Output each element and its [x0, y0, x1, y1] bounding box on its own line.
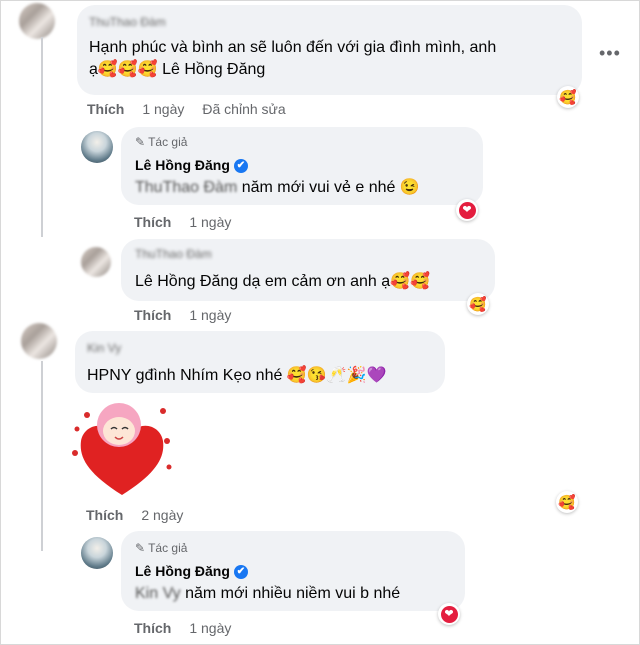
timestamp[interactable]: 1 ngày [189, 620, 231, 636]
reaction-love-icon[interactable]: ❤ [438, 603, 460, 625]
timestamp[interactable]: 1 ngày [189, 214, 231, 230]
commenter-name[interactable]: Kin Vy [87, 341, 121, 355]
timestamp[interactable]: 1 ngày [189, 307, 231, 323]
comment-text: Hạnh phúc và bình an sẽ luôn đến với gia… [89, 39, 497, 78]
avatar[interactable] [81, 247, 111, 277]
comment-actions: Thích 1 ngày [134, 307, 231, 323]
verified-icon: ✔ [233, 159, 248, 174]
avatar[interactable] [81, 131, 113, 163]
author-badge: ✎ Tác giả [135, 135, 187, 149]
avatar[interactable] [81, 537, 113, 569]
mention-link[interactable]: ThuThao Đàm [135, 179, 237, 196]
timestamp[interactable]: 2 ngày [141, 507, 183, 523]
commenter-name[interactable]: ThuThao Đàm [135, 247, 212, 261]
avatar[interactable] [21, 323, 57, 359]
thread-line [41, 361, 43, 551]
like-button[interactable]: Thích [134, 620, 171, 636]
like-button[interactable]: Thích [87, 101, 124, 117]
comment-actions: Thích 1 ngày [134, 214, 231, 230]
comment-actions: Thích 1 ngày Đã chỉnh sửa [87, 101, 286, 117]
heart-girl-sticker [72, 403, 172, 495]
timestamp[interactable]: 1 ngày [142, 101, 184, 117]
commenter-name[interactable]: ThuThao Đàm [89, 15, 166, 29]
author-label: Tác giả [148, 541, 188, 555]
reaction-love-icon[interactable]: ❤ [456, 199, 478, 221]
comments-thread: ThuThao Đàm Hạnh phúc và bình an sẽ luôn… [0, 0, 640, 645]
like-button[interactable]: Thích [86, 507, 123, 523]
more-options-icon[interactable]: ••• [599, 43, 621, 64]
commenter-name[interactable]: Lê Hồng Đăng ✔ [135, 563, 248, 580]
avatar[interactable] [19, 3, 55, 39]
comment-text: Kin Vy năm mới nhiều niềm vui b nhé [135, 585, 401, 602]
author-label: Tác giả [148, 135, 188, 149]
sticker-image[interactable] [67, 397, 177, 501]
verified-icon: ✔ [233, 565, 248, 580]
like-button[interactable]: Thích [134, 214, 171, 230]
comment-text: HPNY gđình Nhím Kẹo nhé 🥰😘🥂🎉💜 [87, 367, 387, 384]
comment-text: ThuThao Đàm năm mới vui vẻ e nhé 😉 [135, 179, 420, 196]
reaction-care-icon[interactable]: 🥰 [556, 491, 578, 513]
edited-label: Đã chỉnh sửa [202, 101, 286, 117]
comment-text: Lê Hồng Đăng dạ em cảm ơn anh ạ🥰🥰 [135, 273, 430, 290]
reaction-care-icon[interactable]: 🥰 [557, 86, 579, 108]
mention-link[interactable]: Lê Hồng Đăng [162, 61, 265, 78]
pen-icon: ✎ [135, 135, 146, 149]
thread-line [41, 37, 43, 237]
author-badge: ✎ Tác giả [135, 541, 187, 555]
pen-icon: ✎ [135, 541, 146, 555]
reaction-care-icon[interactable]: 🥰 [467, 293, 489, 315]
comment-actions: Thích 1 ngày [134, 620, 231, 636]
mention-link[interactable]: Kin Vy [135, 585, 181, 602]
mention-link[interactable]: Lê Hồng Đăng [135, 273, 238, 290]
like-button[interactable]: Thích [134, 307, 171, 323]
commenter-name[interactable]: Lê Hồng Đăng ✔ [135, 157, 248, 174]
comment-actions: Thích 2 ngày [86, 507, 183, 523]
